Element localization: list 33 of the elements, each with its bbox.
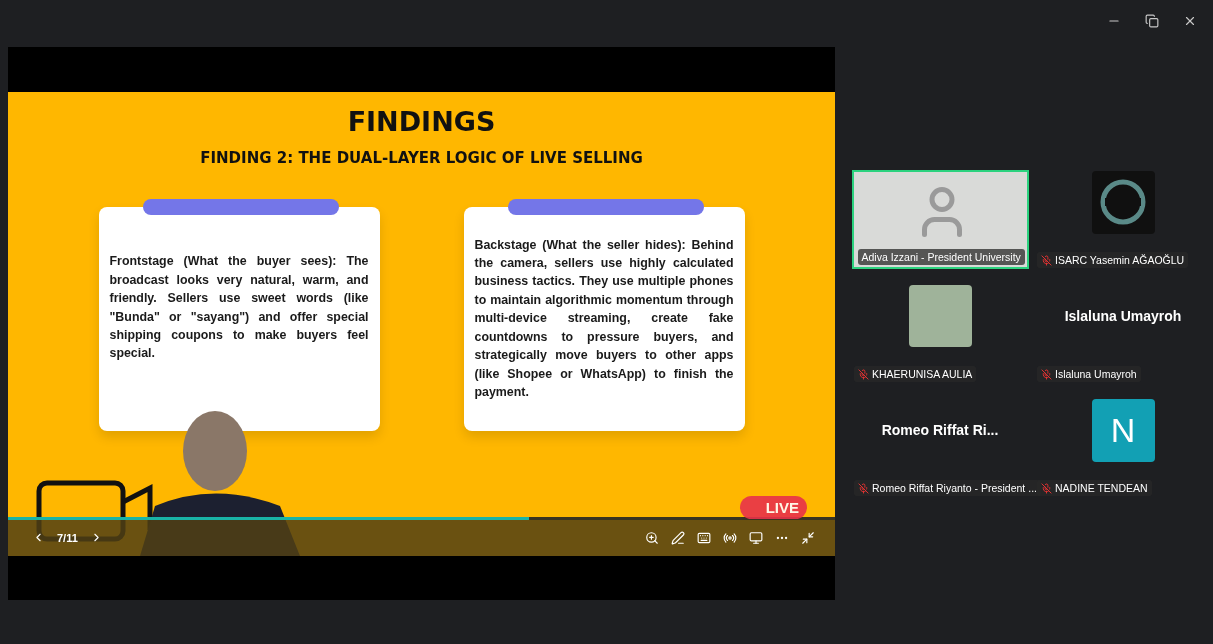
- participant-name: KHAERUNISA AULIA: [854, 366, 977, 382]
- card-text: Backstage (What the seller hides): Behind the camera, sellers use highly calculated business tactics. They use multiple phones to maintain algorithmic momentum through multi-device streaming, create fake countdowns to pressure buyers, and strategically move buyers to other apps (like Shopee or WhatsApp) to finish the payment.: [474, 236, 734, 401]
- slide-title: FINDINGS: [347, 105, 496, 137]
- restore-icon: [1145, 14, 1159, 28]
- participant-display-name: Romeo Riffat Ri...: [881, 422, 999, 438]
- muted-mic-icon: [1041, 482, 1052, 494]
- close-icon: [1183, 14, 1197, 28]
- muted-mic-icon: [858, 368, 869, 380]
- participant-tile[interactable]: KHAERUNISA AULIA: [850, 284, 1030, 384]
- participant-display-name: Islaluna Umayroh: [1064, 308, 1182, 324]
- participant-tile[interactable]: ISARC Yasemin AĞAOĞLU: [1033, 170, 1213, 270]
- participant-name: Islaluna Umayroh: [1037, 366, 1141, 382]
- avatar-initial: N: [1091, 398, 1155, 462]
- participant-video[interactable]: Adiva Izzani - President University: [851, 170, 1029, 269]
- participant-name: ISARC Yasemin AĞAOĞLU: [1037, 252, 1189, 268]
- slide-subtitle: FINDING 2: THE DUAL-LAYER LOGIC OF LIVE SELLING: [200, 148, 643, 167]
- zoom-icon[interactable]: [645, 530, 659, 545]
- muted-mic-icon: [1041, 368, 1052, 380]
- logo-image: [1091, 170, 1155, 234]
- page-counter: 7/11: [57, 531, 78, 544]
- card-text: Frontstage (What the buyer sees): The broadcast looks very natural, warm, and friendly. Sellers use sweet words (like "Bunda" or "sayang") and offer special shipping coupons to make buyers feel special.: [109, 253, 369, 363]
- muted-mic-icon: [858, 482, 869, 494]
- broadcast-icon[interactable]: [723, 530, 737, 545]
- participant-name: NADINE TENDEAN: [1037, 480, 1152, 496]
- live-badge: LIVE: [739, 495, 807, 519]
- photo-placeholder: [908, 285, 972, 347]
- participant-name: Adiva Izzani - President University: [857, 249, 1025, 265]
- minimize-icon[interactable]: [801, 530, 815, 545]
- keyboard-icon[interactable]: [697, 530, 711, 545]
- screen-icon[interactable]: [749, 530, 763, 545]
- muted-mic-icon: [1041, 254, 1052, 266]
- pen-icon[interactable]: [671, 530, 685, 545]
- participant-tile[interactable]: Islaluna Umayroh Islaluna Umayroh: [1033, 284, 1213, 384]
